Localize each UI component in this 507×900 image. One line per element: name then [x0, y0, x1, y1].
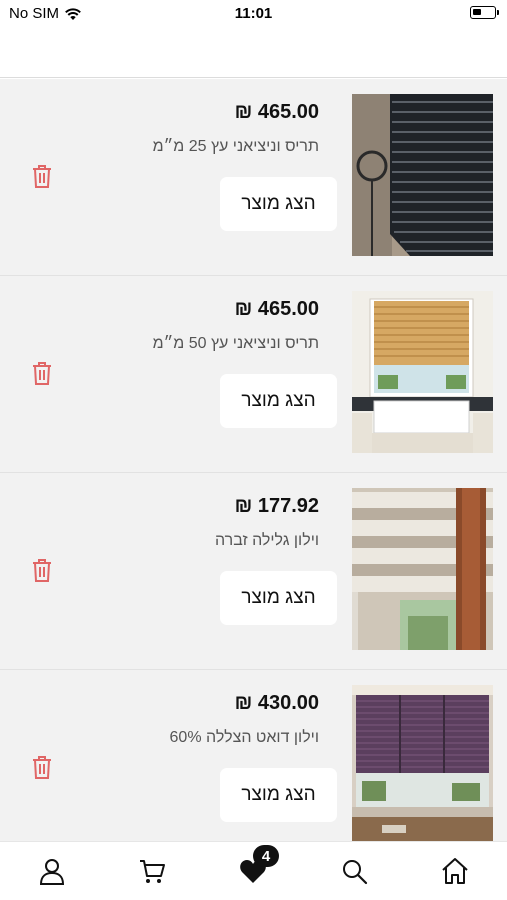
view-product-button[interactable]: הצג מוצר — [220, 571, 337, 625]
product-price: 177.92 ₪ — [234, 495, 319, 517]
status-bar: No SIM 11:01 — [0, 0, 507, 30]
product-list[interactable]: 465.00 ₪ תריס וניציאני עץ 25 מ״מ הצג מוצ… — [0, 79, 507, 841]
favorites-count-badge: 4 — [253, 845, 279, 867]
tab-home[interactable] — [438, 854, 472, 888]
product-image-dark-blinds[interactable] — [352, 94, 493, 256]
clock: 11:01 — [234, 5, 273, 22]
product-image-honeycomb-shades[interactable] — [352, 685, 493, 841]
trash-icon[interactable] — [30, 557, 54, 583]
battery-icon — [470, 6, 499, 19]
product-price: 430.00 ₪ — [234, 692, 319, 714]
list-item: 430.00 ₪ וילון דואט הצללה 60% הצג מוצר — [0, 670, 507, 841]
home-icon — [442, 858, 468, 884]
view-product-button[interactable]: הצג מוצר — [220, 177, 337, 231]
product-name: תריס וניציאני עץ 50 מ״מ — [152, 335, 319, 352]
product-price: 465.00 ₪ — [234, 101, 319, 123]
product-price: 465.00 ₪ — [234, 298, 319, 320]
top-header — [0, 30, 507, 78]
tab-profile[interactable] — [35, 854, 69, 888]
trash-icon[interactable] — [30, 163, 54, 189]
trash-icon[interactable] — [30, 754, 54, 780]
search-icon — [343, 860, 368, 885]
tab-cart[interactable] — [135, 854, 169, 888]
cart-icon — [140, 860, 165, 883]
user-icon — [39, 859, 65, 885]
product-name: תריס וניציאני עץ 25 מ״מ — [152, 138, 319, 155]
view-product-button[interactable]: הצג מוצר — [220, 374, 337, 428]
product-name: וילון דואט הצללה 60% — [169, 729, 319, 746]
product-image-wood-blinds[interactable] — [352, 291, 493, 453]
product-name: וילון גלילה זברה — [215, 532, 319, 549]
product-image-zebra-blind[interactable] — [352, 488, 493, 650]
trash-icon[interactable] — [30, 360, 54, 386]
tab-favorites[interactable]: 4 — [236, 845, 279, 888]
bottom-tab-bar: 4 — [0, 841, 507, 900]
view-product-button[interactable]: הצג מוצר — [220, 768, 337, 822]
list-item: 465.00 ₪ תריס וניציאני עץ 25 מ״מ הצג מוצ… — [0, 79, 507, 276]
list-item: 177.92 ₪ וילון גלילה זברה הצג מוצר — [0, 473, 507, 670]
tab-search[interactable] — [337, 854, 371, 888]
wishlist-screen: No SIM 11:01 465.00 ₪ תריס וניציאני עץ 2… — [0, 0, 507, 900]
list-item: 465.00 ₪ תריס וניציאני עץ 50 מ״מ הצג מוצ… — [0, 276, 507, 473]
